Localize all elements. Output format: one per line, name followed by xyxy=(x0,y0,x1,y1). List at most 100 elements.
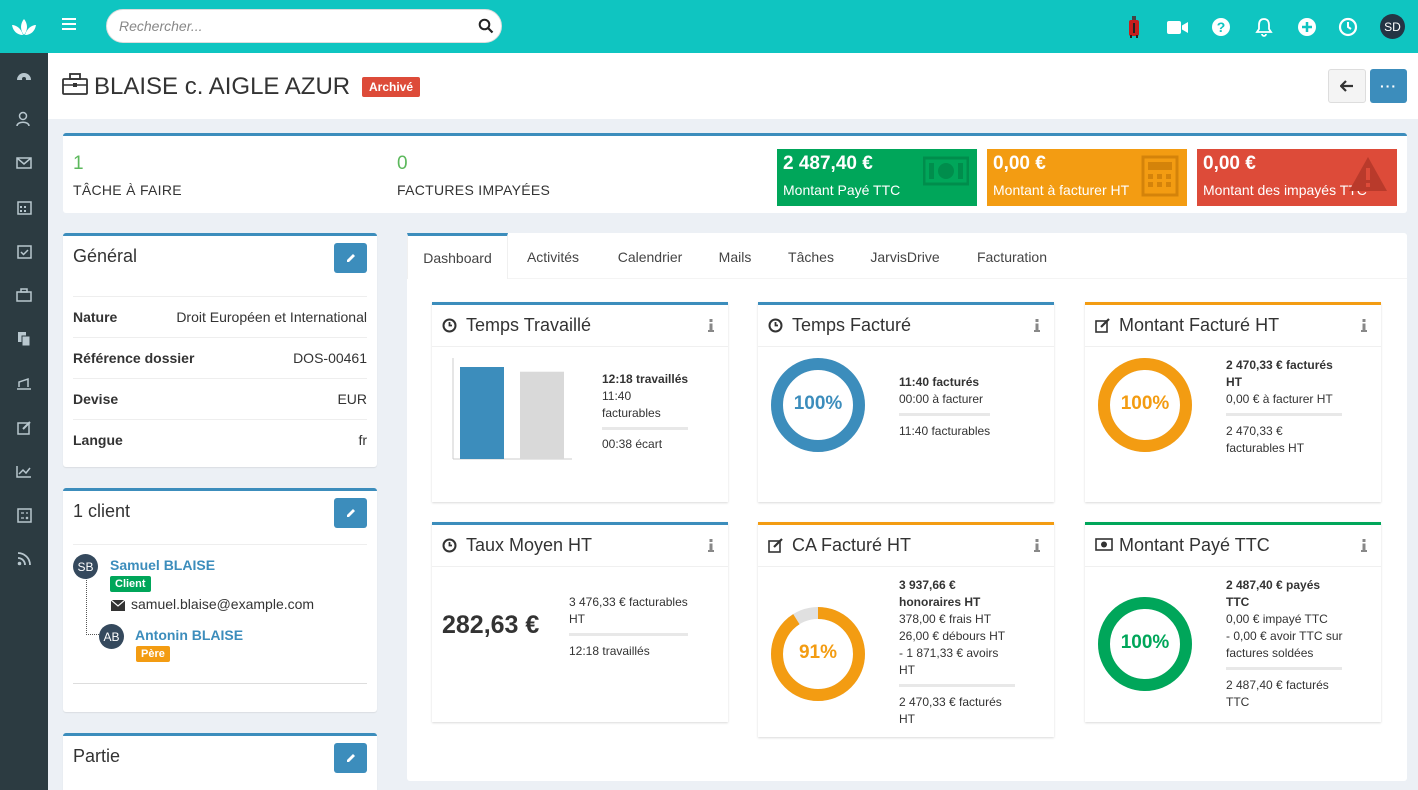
edit-partie-button[interactable] xyxy=(334,743,367,773)
edit-icon xyxy=(1095,318,1111,336)
sidebar-item-stats[interactable] xyxy=(0,449,48,493)
briefcase-icon xyxy=(62,73,88,98)
dashboard-icon xyxy=(17,73,31,81)
tab-taches[interactable]: Tâches xyxy=(779,233,843,279)
card-montant-paye: Montant Payé TTC 100% 2 487,40 € payés T… xyxy=(1085,522,1381,722)
tab-mails[interactable]: Mails xyxy=(709,233,761,279)
sidebar-item-calendar[interactable] xyxy=(0,185,48,229)
edit-icon xyxy=(768,538,784,556)
sidebar-item-feed[interactable] xyxy=(0,537,48,581)
tab-dashboard[interactable]: Dashboard xyxy=(407,233,508,279)
general-row: Nature Droit Européen et International xyxy=(73,296,367,337)
card-temps-facture: Temps Facturé 100% 11:40 facturés 00:00 … xyxy=(758,302,1054,502)
general-row: Référence dossier DOS-00461 xyxy=(73,337,367,378)
sidebar-item-dossiers[interactable] xyxy=(0,273,48,317)
relative-avatar: AB xyxy=(99,624,124,649)
menu-toggle-icon[interactable] xyxy=(62,18,76,33)
clients-title: 1 client xyxy=(73,501,131,521)
client-tag: Client xyxy=(110,576,151,592)
sidebar-item-mails[interactable] xyxy=(0,141,48,185)
search-bar xyxy=(106,9,502,43)
money-icon xyxy=(1095,538,1113,554)
sidebar-item-documents[interactable] xyxy=(0,317,48,361)
clock-icon xyxy=(442,318,457,336)
more-options-button[interactable]: ··· xyxy=(1370,69,1407,103)
paid-amount-box[interactable]: 2 487,40 € Montant Payé TTC xyxy=(777,149,977,206)
help-icon[interactable]: ? xyxy=(1209,15,1233,39)
unpaid-invoices-count: 0 xyxy=(397,153,408,174)
client-name-link[interactable]: Samuel BLAISE xyxy=(110,557,215,573)
info-icon[interactable] xyxy=(1034,319,1040,335)
sidebar-item-time[interactable] xyxy=(0,361,48,405)
search-input[interactable] xyxy=(107,10,457,42)
pencil-icon xyxy=(346,254,355,262)
paid-amount-label: Montant Payé TTC xyxy=(783,182,901,198)
bar-billable xyxy=(520,371,564,459)
to-bill-amount: 0,00 € xyxy=(993,153,1046,174)
bar-worked xyxy=(460,367,504,459)
relative-name-link[interactable]: Antonin BLAISE xyxy=(135,627,243,643)
client-email[interactable]: samuel.blaise@example.com xyxy=(131,596,314,612)
calculator-icon xyxy=(16,507,32,523)
unpaid-amount: 0,00 € xyxy=(1203,153,1256,174)
copy-icon xyxy=(18,332,31,347)
info-icon[interactable] xyxy=(1361,539,1367,555)
card-taux-moyen: Taux Moyen HT 282,63 € 3 476,33 € factur… xyxy=(432,522,728,722)
suitcase-timer-icon[interactable] xyxy=(1122,15,1146,39)
money-icon xyxy=(922,155,970,190)
bell-icon[interactable] xyxy=(1252,15,1276,39)
general-title: Général xyxy=(73,246,138,266)
status-badge: Archivé xyxy=(362,77,421,97)
sidebar-item-dashboard[interactable] xyxy=(0,53,48,97)
tasks-count: 1 xyxy=(73,153,84,174)
card-title: Temps Facturé xyxy=(792,315,912,335)
mail-icon xyxy=(16,157,32,169)
tab-calendrier[interactable]: Calendrier xyxy=(607,233,693,279)
rss-icon xyxy=(17,552,31,566)
add-circle-icon[interactable] xyxy=(1295,15,1319,39)
edit-clients-button[interactable] xyxy=(334,498,367,528)
to-bill-amount-box[interactable]: 0,00 € Montant à facturer HT xyxy=(987,149,1187,206)
card-temps-travaille: Temps Travaillé 12:18 travaillés 11:40 f… xyxy=(432,302,728,502)
relative-tag: Père xyxy=(136,646,170,662)
card-montant-facture: Montant Facturé HT 100% 2 470,33 € factu… xyxy=(1085,302,1381,502)
to-bill-amount-label: Montant à facturer HT xyxy=(993,182,1130,198)
user-avatar[interactable]: SD xyxy=(1380,14,1405,39)
tabs-bar: Dashboard Activités Calendrier Mails Tâc… xyxy=(407,233,1407,279)
back-button[interactable] xyxy=(1328,69,1366,103)
unpaid-amount-label: Montant des impayés TTC xyxy=(1203,182,1367,198)
card-title: Taux Moyen HT xyxy=(466,535,593,555)
info-icon[interactable] xyxy=(1361,319,1367,335)
calendar-icon xyxy=(16,200,32,215)
sidebar-item-calculator[interactable] xyxy=(0,493,48,537)
unpaid-amount-box[interactable]: 0,00 € Montant des impayés TTC xyxy=(1197,149,1397,206)
top-navbar: ? SD xyxy=(48,0,1418,53)
info-icon[interactable] xyxy=(1034,539,1040,555)
sidebar-item-tasks[interactable] xyxy=(0,229,48,273)
app-logo[interactable] xyxy=(0,0,48,53)
summary-stats: 1 TÂCHE À FAIRE 0 FACTURES IMPAYÉES 2 48… xyxy=(63,133,1407,213)
video-camera-icon[interactable] xyxy=(1166,15,1190,39)
main-panel: Dashboard Activités Calendrier Mails Tâc… xyxy=(407,233,1407,781)
paid-amount: 2 487,40 € xyxy=(783,153,873,174)
calculator-icon xyxy=(1141,155,1179,200)
partie-box: Partie xyxy=(63,733,377,790)
tab-activites[interactable]: Activités xyxy=(513,233,593,279)
card-ca-facture: CA Facturé HT 91% 3 937,66 € honoraires … xyxy=(758,522,1054,737)
partie-title: Partie xyxy=(73,746,121,766)
tab-facturation[interactable]: Facturation xyxy=(967,233,1057,279)
pencil-icon xyxy=(346,509,355,517)
search-icon[interactable] xyxy=(478,18,494,37)
info-icon[interactable] xyxy=(708,539,714,555)
sidebar-item-contacts[interactable] xyxy=(0,97,48,141)
card-title: Montant Payé TTC xyxy=(1119,535,1270,555)
clock-icon[interactable] xyxy=(1336,15,1360,39)
svg-text:?: ? xyxy=(1217,19,1226,35)
pencil-icon xyxy=(346,754,355,762)
tab-jarvisdrive[interactable]: JarvisDrive xyxy=(861,233,949,279)
envelope-icon xyxy=(110,599,126,614)
edit-general-button[interactable] xyxy=(334,243,367,273)
info-icon[interactable] xyxy=(708,319,714,335)
arrow-left-icon xyxy=(1340,80,1353,92)
sidebar-item-edit[interactable] xyxy=(0,405,48,449)
